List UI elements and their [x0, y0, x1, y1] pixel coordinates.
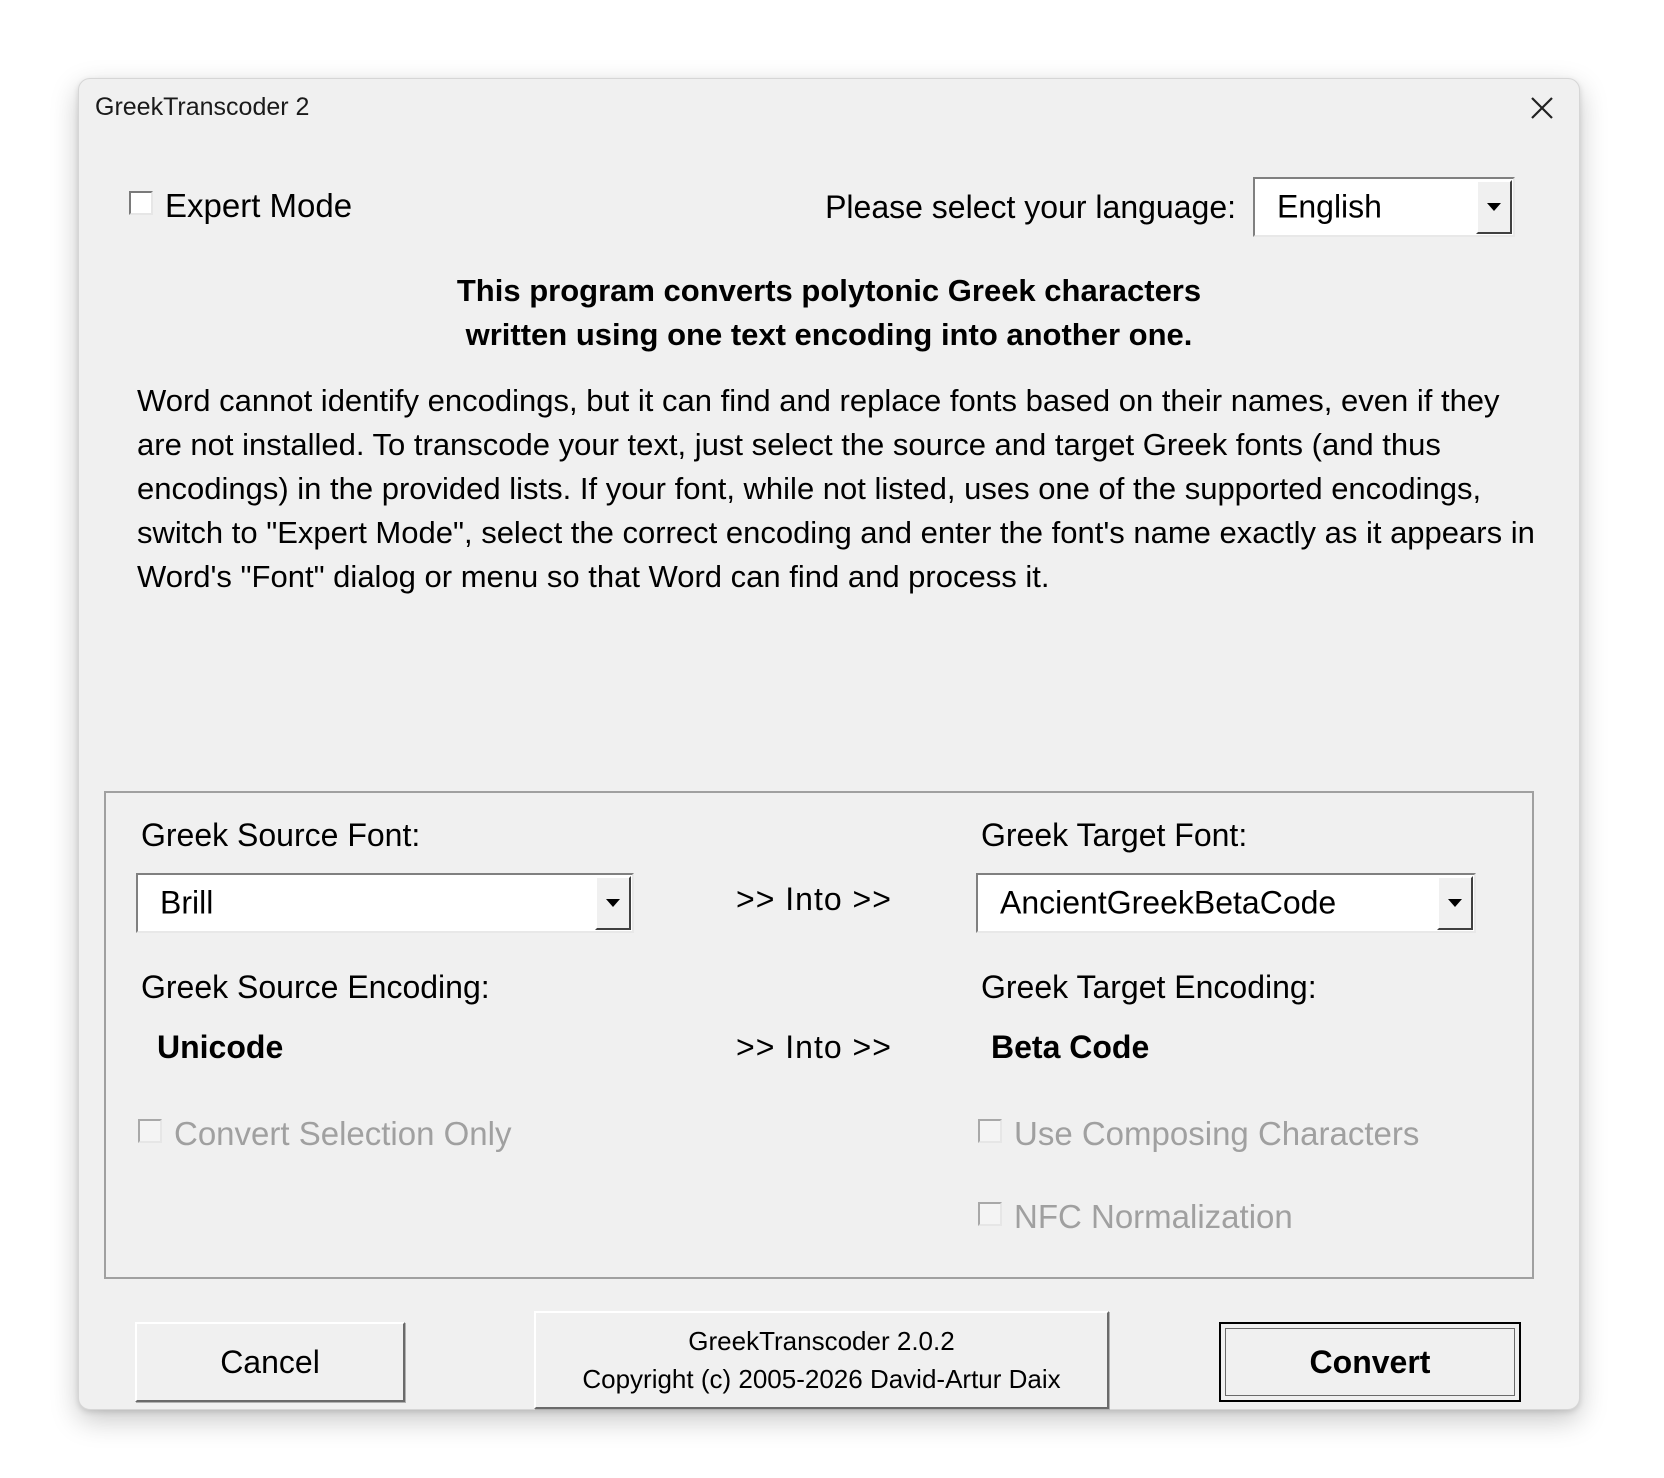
into-arrow-font: >> Into >>	[736, 881, 892, 917]
use-composing-characters-checkbox[interactable]: Use Composing Characters	[978, 1115, 1419, 1153]
language-dropdown-button[interactable]	[1476, 180, 1512, 234]
about-copyright: Copyright (c) 2005-2026 David-Artur Daix	[582, 1364, 1061, 1394]
use-composing-characters-label: Use Composing Characters	[1014, 1115, 1420, 1152]
window-title: GreekTranscoder 2	[95, 93, 310, 121]
source-font-label: Greek Source Font:	[141, 817, 421, 853]
font-selection-frame: Greek Source Font: Brill >> Into >> Gree…	[104, 791, 1534, 1279]
program-heading: This program converts polytonic Greek ch…	[79, 269, 1579, 357]
source-encoding-value: Unicode	[157, 1029, 284, 1065]
target-font-value: AncientGreekBetaCode	[1000, 884, 1337, 921]
convert-button-label: Convert	[1309, 1343, 1431, 1380]
target-font-select[interactable]: AncientGreekBetaCode	[976, 873, 1476, 933]
heading-line-2: written using one text encoding into ano…	[465, 317, 1193, 352]
target-font-dropdown-button[interactable]	[1437, 876, 1473, 930]
description-text: Word cannot identify encodings, but it c…	[137, 383, 1535, 594]
convert-selection-only-box[interactable]	[138, 1119, 162, 1143]
convert-button[interactable]: Convert	[1219, 1322, 1521, 1402]
expert-mode-checkbox-box[interactable]	[129, 191, 153, 215]
about-text: GreekTranscoder 2.0.2 Copyright (c) 2005…	[582, 1322, 1060, 1398]
language-label: Please select your language:	[825, 189, 1236, 225]
nfc-normalization-checkbox[interactable]: NFC Normalization	[978, 1198, 1293, 1236]
about-button[interactable]: GreekTranscoder 2.0.2 Copyright (c) 2005…	[534, 1311, 1109, 1409]
expert-mode-label: Expert Mode	[165, 187, 353, 224]
into-arrow-encoding: >> Into >>	[736, 1029, 892, 1065]
source-font-value: Brill	[160, 884, 214, 921]
about-version: GreekTranscoder 2.0.2	[688, 1326, 955, 1356]
close-button[interactable]	[1519, 85, 1565, 131]
source-font-dropdown-button[interactable]	[595, 876, 631, 930]
source-font-select[interactable]: Brill	[136, 873, 634, 933]
nfc-normalization-label: NFC Normalization	[1014, 1198, 1293, 1235]
greektranscoder-dialog: GreekTranscoder 2 Expert Mode Please sel…	[78, 78, 1580, 1410]
cancel-button[interactable]: Cancel	[135, 1322, 405, 1402]
language-select-value: English	[1277, 188, 1382, 225]
source-encoding-label: Greek Source Encoding:	[141, 969, 490, 1005]
dropdown-arrow-icon	[1448, 899, 1462, 907]
target-encoding-value: Beta Code	[991, 1029, 1150, 1065]
language-select[interactable]: English	[1253, 177, 1515, 237]
target-encoding-label: Greek Target Encoding:	[981, 969, 1317, 1005]
target-font-label: Greek Target Font:	[981, 817, 1248, 853]
nfc-normalization-box[interactable]	[978, 1202, 1002, 1226]
dropdown-arrow-icon	[1487, 203, 1501, 211]
heading-line-1: This program converts polytonic Greek ch…	[456, 273, 1202, 308]
expert-mode-checkbox[interactable]: Expert Mode	[129, 187, 352, 225]
convert-selection-only-checkbox[interactable]: Convert Selection Only	[138, 1115, 512, 1153]
close-icon	[1530, 96, 1554, 120]
dropdown-arrow-icon	[606, 899, 620, 907]
convert-selection-only-label: Convert Selection Only	[174, 1115, 512, 1152]
use-composing-characters-box[interactable]	[978, 1119, 1002, 1143]
